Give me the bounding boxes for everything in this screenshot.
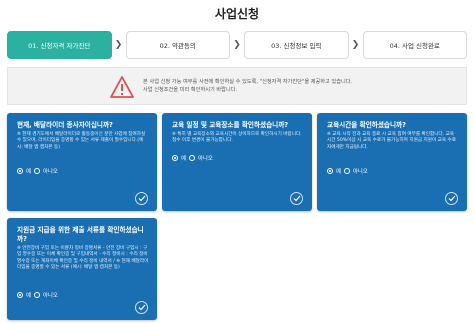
radio-yes[interactable] — [172, 155, 178, 161]
radio-no[interactable] — [33, 168, 40, 174]
chevron-right-icon: ❯ — [114, 40, 123, 50]
card-options: 예 아니오 — [172, 153, 282, 163]
card-question: 교육 일정 및 교육장소를 확인하셨습니까? — [172, 121, 289, 129]
card-options: 예 아니오 — [17, 166, 127, 176]
card-description: ※ 교육 시작 전과 교육 종료 시 교육 참여 여부를 확인합니다. 교육 시… — [327, 132, 457, 150]
radio-yes[interactable] — [17, 168, 23, 174]
notice-line-1: 본 사업 신청 가능 여부를 사전에 확인하실 수 있도록, "신청자격 자가진… — [143, 79, 353, 85]
radio-no-label: 아니오 — [42, 169, 58, 175]
question-card-rider: 현재, 배달라이더 종사자이십니까? ※ 현재 경기도에서 배달라이더로 활동중… — [7, 113, 157, 211]
radio-yes-label: 예 — [181, 156, 186, 162]
check-icon — [445, 192, 458, 205]
question-card-schedule: 교육 일정 및 교육장소를 확인하셨습니까? ※ 특히 별 교육장소와 교육시간… — [162, 113, 312, 211]
card-description: ※ 특히 별 교육장소와 교육시간이 상이하므로 확인하시기 바랍니다. 접수 … — [172, 132, 302, 144]
warning-icon — [109, 75, 135, 99]
step-application-info[interactable]: 03. 신청정보 입력 — [244, 31, 349, 59]
question-card-documents: 지원금 지급을 위한 제출 서류를 확인하셨습니까? ※ 안전장비 구입 또는 … — [7, 218, 157, 320]
radio-no[interactable] — [343, 168, 350, 174]
radio-no[interactable] — [33, 292, 40, 298]
question-card-hours: 교육시간을 확인하셨습니까? ※ 교육 시작 전과 교육 종료 시 교육 참여 … — [317, 113, 467, 211]
page: 사업신청 01. 신청자격 자가진단 ❯ 02. 약관동의 ❯ 03. 신청정보… — [0, 0, 474, 324]
card-description: ※ 안전장비 구입 또는 이륜차 정비 증명서류 - 안전 장비 구입시 : 구… — [17, 246, 149, 270]
card-question: 현재, 배달라이더 종사자이십니까? — [17, 121, 113, 129]
step-progress: 01. 신청자격 자가진단 ❯ 02. 약관동의 ❯ 03. 신청정보 입력 ❯… — [7, 31, 467, 59]
chevron-right-icon: ❯ — [233, 40, 241, 50]
card-description: ※ 현재 경기도에서 배달라이더로 활동중이신 분만 사업에 참여하실 수 있으… — [17, 132, 146, 150]
radio-no-label: 아니오 — [197, 156, 213, 162]
card-question: 지원금 지급을 위한 제출 서류를 확인하셨습니까? — [17, 226, 144, 243]
step-terms-agreement[interactable]: 02. 약관동의 — [125, 31, 230, 59]
page-title: 사업신청 — [214, 7, 260, 21]
notice-box: 본 사업 신청 가능 여부를 사전에 확인하실 수 있도록, "신청자격 자가진… — [7, 67, 467, 105]
radio-yes[interactable] — [327, 168, 333, 174]
radio-yes-label: 예 — [26, 293, 31, 299]
card-question: 교육시간을 확인하셨습니까? — [327, 121, 406, 129]
card-options: 예 아니오 — [327, 166, 437, 176]
radio-yes-label: 예 — [26, 169, 31, 175]
radio-no-label: 아니오 — [42, 293, 58, 299]
radio-no-label: 아니오 — [352, 169, 368, 175]
radio-yes-label: 예 — [336, 169, 341, 175]
notice-line-2: 사업 신청조건을 미리 확인하시기 바랍니다. — [143, 87, 238, 93]
notice-text: 본 사업 신청 가능 여부를 사전에 확인하실 수 있도록, "신청자격 자가진… — [143, 78, 443, 94]
check-icon — [135, 192, 148, 205]
card-options: 예 아니오 — [17, 290, 127, 300]
radio-yes[interactable] — [17, 292, 23, 298]
chevron-right-icon: ❯ — [351, 40, 360, 50]
step-application-complete[interactable]: 04. 사업 신청완료 — [362, 31, 467, 59]
step-self-diagnosis[interactable]: 01. 신청자격 자가진단 — [7, 31, 112, 59]
radio-no[interactable] — [188, 155, 195, 161]
check-icon — [290, 192, 303, 205]
check-icon — [135, 301, 148, 314]
